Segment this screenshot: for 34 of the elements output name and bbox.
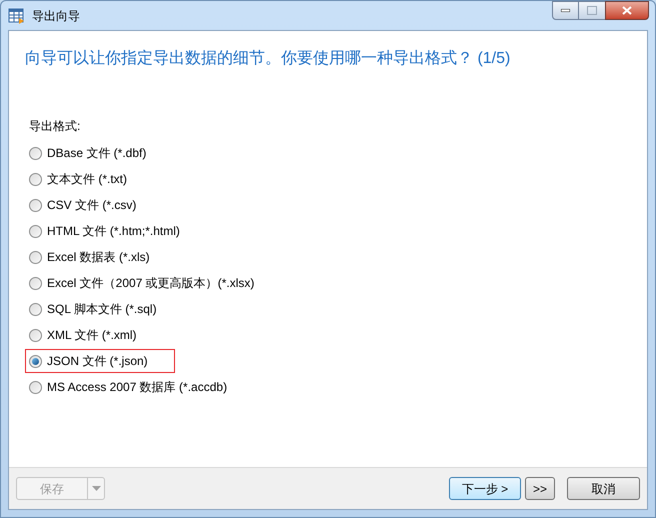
radio-button[interactable]	[29, 250, 42, 264]
radio-option[interactable]: HTML 文件 (*.htm;*.html)	[25, 219, 207, 243]
dropdown-caret-icon	[92, 486, 100, 491]
table-icon	[8, 6, 26, 24]
radio-button[interactable]	[29, 328, 42, 342]
format-label: 导出格式:	[29, 118, 82, 135]
cancel-button[interactable]: 取消	[567, 477, 640, 500]
radio-option[interactable]: DBase 文件 (*.dbf)	[25, 141, 174, 165]
skip-button[interactable]: >>	[525, 477, 555, 500]
minimize-button[interactable]	[552, 1, 579, 20]
radio-option[interactable]: 文本文件 (*.txt)	[25, 167, 154, 191]
radio-option[interactable]: Excel 文件（2007 或更高版本）(*.xlsx)	[25, 271, 282, 295]
radio-option[interactable]: Excel 数据表 (*.xls)	[25, 245, 177, 269]
minimize-icon	[561, 9, 570, 12]
radio-button[interactable]	[29, 198, 42, 212]
radio-button[interactable]	[29, 380, 42, 394]
wizard-heading: 向导可以让你指定导出数据的细节。你要使用哪一种导出格式？ (1/5)	[25, 48, 512, 69]
radio-option[interactable]: JSON 文件 (*.json)	[25, 349, 175, 373]
next-button[interactable]: 下一步 >	[449, 477, 521, 500]
window-title: 导出向导	[32, 8, 80, 24]
radio-button[interactable]	[29, 172, 42, 186]
radio-button[interactable]	[29, 146, 42, 160]
radio-option[interactable]: XML 文件 (*.xml)	[25, 323, 164, 347]
radio-button[interactable]	[29, 302, 42, 316]
radio-option[interactable]: SQL 脚本文件 (*.sql)	[25, 297, 184, 321]
radio-option[interactable]: MS Access 2007 数据库 (*.accdb)	[25, 375, 254, 399]
maximize-button[interactable]	[579, 1, 605, 20]
radio-button[interactable]	[29, 224, 42, 238]
close-icon	[622, 6, 632, 15]
close-button[interactable]	[605, 1, 649, 20]
radio-button[interactable]	[29, 354, 42, 368]
radio-option[interactable]: CSV 文件 (*.csv)	[25, 193, 164, 217]
radio-button[interactable]	[29, 276, 42, 290]
maximize-icon	[587, 6, 597, 15]
